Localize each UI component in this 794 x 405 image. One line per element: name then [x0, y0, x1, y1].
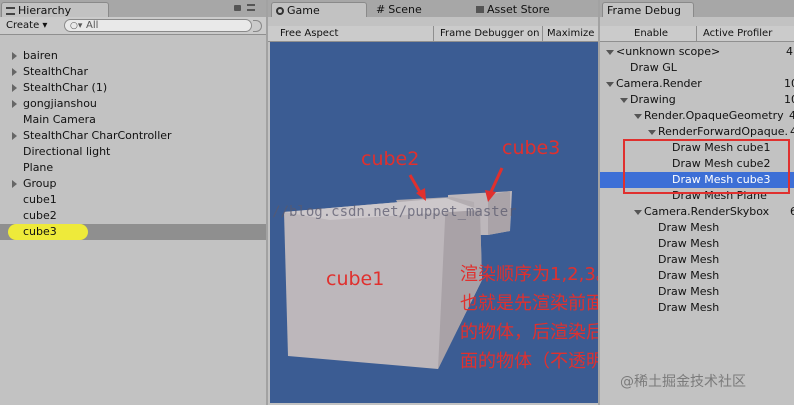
watermark-text: http://blog.csdn.net/puppet_master	[270, 204, 517, 220]
game-toolbar: Free Aspect Frame Debugger on Maximize	[268, 26, 598, 42]
tab-scene[interactable]: # Scene	[372, 2, 428, 17]
search-input[interactable]: ○▾ All	[64, 19, 252, 32]
enable-button[interactable]: Enable	[634, 26, 668, 41]
note-line: 渲染顺序为1,2,3。	[460, 264, 598, 285]
tab-hierarchy-label: Hierarchy	[18, 4, 72, 17]
asset-store-icon	[476, 6, 484, 13]
tree-item[interactable]: Drawing10	[600, 92, 794, 108]
expand-arrow-icon[interactable]	[12, 52, 17, 60]
lock-icon[interactable]	[234, 5, 241, 11]
aspect-dropdown[interactable]: Free Aspect	[280, 26, 338, 41]
hierarchy-list: bairen StealthChar StealthChar (1) gongj…	[0, 35, 266, 405]
list-item[interactable]: cube1	[0, 192, 266, 208]
tree-item[interactable]: Draw Mesh	[600, 236, 794, 252]
list-item[interactable]: StealthChar	[0, 64, 266, 80]
expand-arrow-icon[interactable]	[12, 84, 17, 92]
tab-asset-store-label: Asset Store	[487, 3, 550, 16]
game-view[interactable]: cube2 cube3 cube1 http://blog.csdn.net/p…	[270, 42, 598, 403]
list-item-selected[interactable]: cube3	[0, 224, 266, 240]
toolbar-divider	[696, 26, 697, 41]
list-item[interactable]: Plane	[0, 160, 266, 176]
tree-item[interactable]: Draw Mesh	[600, 252, 794, 268]
tree-item[interactable]: Camera.Render10	[600, 76, 794, 92]
menu-icon[interactable]	[247, 4, 255, 11]
maximize-button[interactable]: Maximize	[547, 26, 594, 41]
game-icon	[276, 7, 284, 15]
site-watermark: @稀土掘金技术社区	[620, 374, 746, 390]
expand-arrow-icon[interactable]	[12, 100, 17, 108]
create-button[interactable]: Create ▾	[6, 18, 47, 33]
tree-item[interactable]: Draw Mesh	[600, 220, 794, 236]
collapse-arrow-icon[interactable]	[620, 98, 628, 103]
expand-arrow-icon[interactable]	[12, 180, 17, 188]
list-item[interactable]: gongjianshou	[0, 96, 266, 112]
frame-debugger-toggle[interactable]: Frame Debugger on	[440, 26, 539, 41]
tree-item[interactable]: <unknown scope> 4	[600, 44, 794, 60]
frame-debug-tabbar: Frame Debug	[600, 0, 794, 17]
toolbar-divider	[542, 26, 543, 41]
render-order-note: 渲染顺序为1,2,3。 也就是先渲染前面 的物体，后渲染后 面的物体（不透明）	[460, 260, 598, 376]
hierarchy-toolbar: Create ▾ ○▾ All	[0, 17, 266, 35]
tab-scene-label: Scene	[388, 3, 422, 16]
note-line: 的物体，后渲染后	[460, 322, 598, 343]
search-clear-icon[interactable]	[253, 20, 262, 32]
list-item[interactable]: Group	[0, 176, 266, 192]
scene-icon: #	[376, 3, 386, 16]
frame-debug-toolbar: Enable Active Profiler	[600, 26, 794, 42]
list-item[interactable]: bairen	[0, 48, 266, 64]
active-profiler-dropdown[interactable]: Active Profiler	[703, 26, 772, 41]
tree-item[interactable]: Render.OpaqueGeometry 4	[600, 108, 794, 124]
list-item[interactable]: cube2	[0, 208, 266, 224]
frame-event-tree: <unknown scope>4 Draw GL Camera.Render10…	[600, 44, 794, 405]
center-tabbar: Game # Scene Asset Store	[268, 0, 598, 17]
list-icon	[6, 7, 15, 15]
hierarchy-tabbar: Hierarchy	[0, 0, 266, 17]
list-item[interactable]: StealthChar (1)	[0, 80, 266, 96]
expand-arrow-icon[interactable]	[12, 68, 17, 76]
note-line: 也就是先渲染前面	[460, 293, 598, 314]
toolbar-divider	[433, 26, 434, 41]
highlight-box	[623, 139, 790, 194]
note-line: 面的物体（不透明）	[460, 351, 598, 372]
list-item[interactable]: Main Camera	[0, 112, 266, 128]
collapse-arrow-icon[interactable]	[606, 82, 614, 87]
collapse-arrow-icon[interactable]	[648, 130, 656, 135]
hierarchy-panel: Hierarchy Create ▾ ○▾ All bairen Stealth…	[0, 0, 266, 405]
collapse-arrow-icon[interactable]	[634, 114, 642, 119]
search-icon: ○▾	[70, 21, 83, 31]
search-placeholder: All	[86, 20, 99, 31]
collapse-arrow-icon[interactable]	[606, 50, 614, 55]
tree-item[interactable]: RenderForwardOpaque. 4	[600, 124, 794, 140]
list-item[interactable]: StealthChar CharController	[0, 128, 266, 144]
tab-frame-debug[interactable]: Frame Debug	[602, 2, 694, 17]
collapse-arrow-icon[interactable]	[634, 210, 642, 215]
tab-hierarchy[interactable]: Hierarchy	[1, 2, 109, 17]
tab-game[interactable]: Game	[271, 2, 367, 17]
tree-item[interactable]: Camera.RenderSkybox 6	[600, 204, 794, 220]
list-item[interactable]: Directional light	[0, 144, 266, 160]
tab-game-label: Game	[287, 4, 320, 17]
expand-arrow-icon[interactable]	[12, 132, 17, 140]
tree-item[interactable]: Draw Mesh	[600, 300, 794, 316]
frame-debug-panel: Frame Debug Enable Active Profiler <unkn…	[600, 0, 794, 405]
tab-asset-store[interactable]: Asset Store	[472, 2, 556, 17]
tree-item[interactable]: Draw Mesh	[600, 268, 794, 284]
tree-item[interactable]: Draw Mesh	[600, 284, 794, 300]
tree-item[interactable]: Draw GL	[600, 60, 794, 76]
